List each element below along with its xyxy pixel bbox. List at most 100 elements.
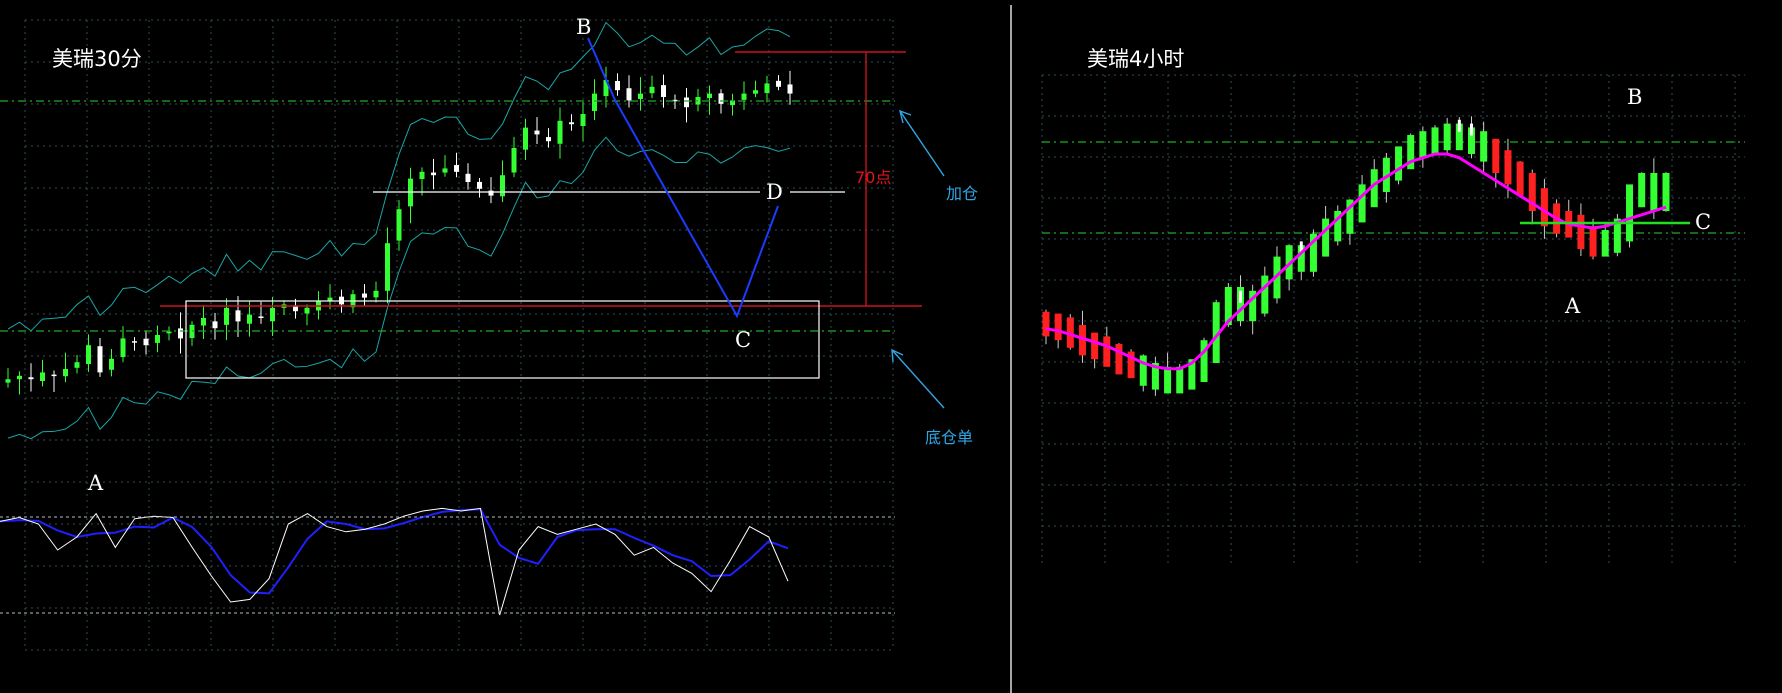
candle-body [661,85,666,97]
chart-stage: 美瑞30分 A B C D 70点 加仓 底仓单 美瑞4小时 A B C [0,5,1745,693]
candle-body [362,293,367,298]
heikin-candle-body [1261,275,1269,314]
right-grid [1041,74,1745,565]
candle-body [684,97,689,108]
candle-body [74,362,80,368]
left-panel-30min: 美瑞30分 A B C D 70点 加仓 底仓单 [0,15,978,651]
heikin-candle-body [1115,344,1123,375]
heikin-candle-body [1091,332,1099,360]
right-label-b: B [1627,85,1642,109]
heikin-candle-body [1650,173,1658,211]
heikin-candle-body [1638,173,1646,208]
candle-body [304,307,310,314]
heikin-candle-body [1139,355,1147,386]
candle-body [615,81,620,91]
candle-body [86,345,91,365]
heikin-candle-body [1504,150,1512,185]
stoch-signal-line [0,508,789,595]
heikin-candle-body [1054,313,1062,341]
candle-body [787,84,793,94]
heikin-candle-body [1358,184,1366,223]
candle-body [488,190,494,196]
left-label-b: B [576,15,591,39]
heikin-candle-body [1103,336,1111,367]
heikin-candle-body [1480,131,1488,162]
heikin-candle-body [1322,218,1330,257]
left-candles [5,66,793,395]
candle-body [132,341,137,343]
heikin-candle-body [1540,188,1548,227]
heikin-candle-body [1662,173,1670,211]
candle-body [649,86,655,94]
candle-body [764,83,770,93]
candle-body [258,316,264,318]
candle-body [1469,123,1473,136]
candle-body [534,130,540,135]
right-label-a: A [1564,294,1581,318]
candle-body [28,377,34,380]
candle-body [431,172,436,176]
right-candles [1042,116,1670,396]
candle-body [523,127,528,150]
candle-body [17,375,22,380]
heikin-candle-body [1443,123,1451,151]
base-position-arrow-icon [891,349,945,409]
candle-body [224,307,229,325]
stoch-main-line [0,507,789,616]
left-label-c: C [735,328,751,352]
candle-body [592,93,597,111]
candle-body [155,335,160,343]
candle-body [741,93,747,100]
candle-body [477,181,482,189]
candle-body [546,137,551,142]
candle-body [166,331,172,334]
candle-body [776,80,781,87]
candle-body [97,346,103,373]
candle-body [1457,119,1461,132]
candle-body [63,369,68,377]
add-position-arrow-icon [899,110,945,177]
candle-body [419,171,425,180]
heikin-candle-body [1431,127,1439,154]
candle-body [557,120,563,144]
candle-body [500,175,505,197]
heikin-candle-body [1492,138,1500,173]
candle-body [580,114,586,127]
candle-body [718,93,724,104]
candle-body [270,307,275,322]
candle-body [465,173,471,182]
abcd-projection-line [587,37,779,319]
heikin-candle-body [1601,230,1609,257]
moving-average [1045,152,1667,371]
heikin-candle-body [1516,161,1524,196]
candle-body [178,328,183,339]
candle-body [753,90,758,94]
right-title: 美瑞4小时 [1087,47,1184,71]
right-panel-4h: 美瑞4小时 A B C [1041,47,1745,565]
candle-body [212,321,218,329]
candle-body [201,318,206,326]
right-label-c: C [1695,210,1711,234]
add-position-label: 加仓 [946,184,978,203]
heikin-candle-body [1176,366,1184,394]
candle-body [511,148,517,173]
left-title: 美瑞30分 [52,47,142,71]
left-label-d: D [766,180,783,204]
stochastic-oscillator [0,507,789,616]
candle-body [109,358,114,370]
ma-line [1045,152,1667,371]
candle-body [638,93,643,99]
candle-body [51,374,57,377]
heikin-candle-body [1164,366,1172,394]
distance-label: 70点 [855,168,891,187]
heikin-candle-body [1626,184,1634,242]
candle-body [120,338,126,358]
candle-body [442,168,448,173]
base-position-label: 底仓单 [925,428,973,447]
candle-body [626,88,632,101]
heikin-candle-body [1042,311,1050,337]
candle-body [396,209,402,241]
candle-body [40,372,45,382]
heikin-candle-body [1589,226,1597,257]
candle-body [247,314,252,324]
